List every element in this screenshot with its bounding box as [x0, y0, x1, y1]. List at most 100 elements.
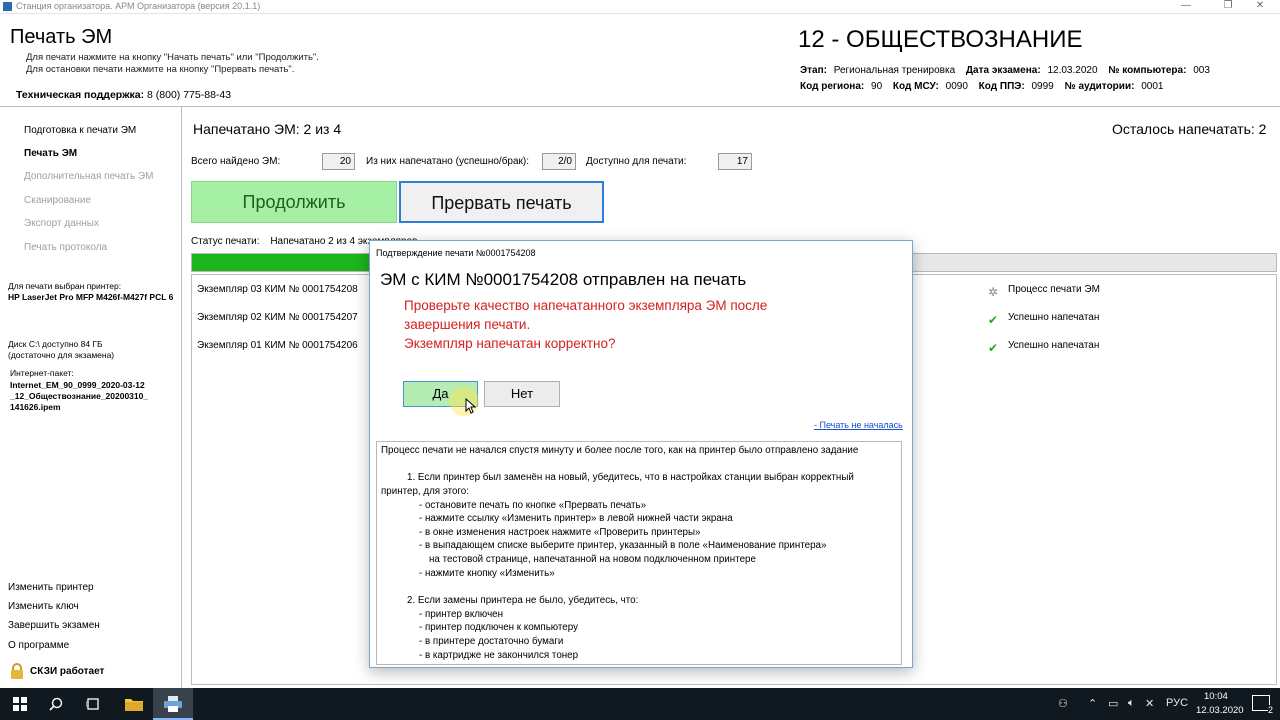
copy-status: Успешно напечатан [1008, 312, 1100, 323]
help-line: - в выпадающем списке выберите принтер, … [419, 540, 827, 551]
found-label: Всего найдено ЭМ: [191, 156, 281, 167]
printer-label: Для печати выбран принтер: [8, 281, 122, 291]
found-value: 20 [322, 153, 355, 170]
network-icon[interactable]: ▭ [1108, 697, 1118, 710]
stage-value: Региональная тренировка [833, 65, 956, 76]
windows-start-icon[interactable] [0, 688, 40, 720]
quality-check-line1: Проверьте качество напечатанного экземпл… [404, 298, 768, 313]
printed-label: Из них напечатано (успешно/брак): [366, 156, 530, 167]
disk-space: Диск C:\ доступно 84 ГБ [8, 339, 103, 349]
support-info: Техническая поддержка: 8 (800) 775-88-43 [16, 89, 231, 101]
list-item: Экземпляр 02 КИМ № 0001754207 [197, 312, 358, 323]
dialog-title: Подтверждение печати №0001754208 [376, 248, 536, 258]
region-label: Код региона: [800, 81, 865, 92]
people-icon[interactable]: ⚇ [1058, 697, 1068, 710]
mute-icon[interactable]: ✕ [1145, 697, 1154, 710]
check-icon: ✔ [987, 313, 999, 327]
printer-app-icon[interactable] [153, 688, 193, 720]
msu-label: Код МСУ: [892, 81, 939, 92]
available-label: Доступно для печати: [586, 156, 687, 167]
no-button[interactable]: Нет [484, 381, 560, 407]
remaining-count: Осталось напечатать: 2 [1112, 121, 1267, 137]
print-instruction: Для печати нажмите на кнопку "Начать печ… [26, 52, 319, 63]
abort-print-button[interactable]: Прервать печать [399, 181, 604, 223]
task-view-icon[interactable] [73, 688, 113, 720]
stage-label: Этап: [800, 65, 827, 76]
notification-count: 2 [1267, 705, 1273, 715]
status-label: Статус печати: [191, 236, 260, 247]
computer-label: № компьютера: [1108, 65, 1187, 76]
printer-name: HP LaserJet Pro MFP M426f-M427f PCL 6 [8, 292, 174, 302]
language-indicator[interactable]: РУС [1166, 697, 1188, 709]
spinner-icon: ✲ [987, 285, 999, 299]
change-key-link[interactable]: Изменить ключ [8, 601, 79, 612]
help-line: принтер, для этого: [381, 486, 469, 497]
chevron-up-icon[interactable]: ⌃ [1088, 697, 1097, 710]
skzi-status: СКЗИ работает [30, 666, 105, 677]
file-explorer-icon[interactable] [114, 688, 154, 720]
window-title-bar: Станция организатора. АРМ Организатора (… [0, 0, 1280, 14]
continue-button[interactable]: Продолжить [191, 181, 397, 223]
list-item: Экземпляр 03 КИМ № 0001754208 [197, 284, 358, 295]
quality-check-question: Экземпляр напечатан корректно? [404, 336, 616, 351]
quality-check-line2: завершения печати. [404, 317, 531, 332]
help-line: - в картридже не закончился тонер [419, 650, 579, 661]
help-line: - нажмите ссылку «Изменить принтер» в ле… [419, 513, 733, 524]
help-line: Процесс печати не начался спустя минуту … [381, 445, 859, 456]
dialog-heading: ЭМ с КИМ №0001754208 отправлен на печать [380, 270, 747, 289]
change-printer-link[interactable]: Изменить принтер [8, 582, 94, 593]
finish-exam-link[interactable]: Завершить экзамен [8, 620, 100, 631]
package-label: Интернет-пакет: [10, 368, 74, 378]
msu-value: 0090 [945, 81, 968, 92]
exam-meta-row2: Код региона: 90 Код МСУ: 0090 Код ППЭ: 0… [800, 81, 1163, 92]
help-text-box[interactable]: Процесс печати не начался спустя минуту … [376, 441, 902, 665]
ppe-label: Код ППЭ: [978, 81, 1025, 92]
disk-status: (достаточно для экзамена) [8, 350, 115, 360]
sidebar-item-print[interactable]: Печать ЭМ [24, 148, 77, 159]
region-value: 90 [871, 81, 883, 92]
help-line: - остановите печать по кнопке «Прервать … [419, 500, 647, 511]
room-label: № аудитории: [1064, 81, 1135, 92]
help-line: - принтер подключен к компьютеру [419, 622, 578, 633]
clock-date[interactable]: 12.03.2020 [1196, 705, 1244, 716]
exam-date-value: 12.03.2020 [1047, 65, 1098, 76]
help-line: на тестовой странице, напечатанной на но… [429, 554, 756, 565]
sidebar-item-protocol: Печать протокола [24, 242, 108, 253]
page-title: Печать ЭМ [10, 26, 113, 48]
package-name-line1: Internet_EM_90_0999_2020-03-12 [10, 380, 145, 390]
sidebar-item-export: Экспорт данных [24, 218, 99, 229]
check-icon: ✔ [987, 341, 999, 355]
help-line: - в принтере достаточно бумаги [419, 636, 564, 647]
support-label: Техническая поддержка: [16, 89, 145, 101]
minimize-button[interactable]: — [1166, 0, 1206, 14]
exam-meta-row1: Этап: Региональная тренировка Дата экзам… [800, 65, 1210, 76]
help-line: 1. Если принтер был заменён на новый, уб… [407, 472, 854, 483]
mouse-cursor-icon [465, 397, 477, 417]
notification-icon[interactable]: 2 [1252, 695, 1273, 715]
exam-date-label: Дата экзамена: [965, 65, 1041, 76]
about-link[interactable]: О программе [8, 640, 69, 651]
package-name-line3: 141626.ipem [10, 402, 61, 412]
header-divider [0, 106, 1280, 107]
printed-value: 2/0 [542, 153, 576, 170]
copy-status: Процесс печати ЭМ [1008, 284, 1100, 295]
available-value: 17 [718, 153, 752, 170]
list-item: Экземпляр 01 КИМ № 0001754206 [197, 340, 358, 351]
close-button[interactable]: ✕ [1240, 0, 1280, 14]
help-line: - нажмите кнопку «Изменить» [419, 568, 555, 579]
volume-icon[interactable]: 🔈︎ [1128, 697, 1135, 710]
sidebar-item-prepare[interactable]: Подготовка к печати ЭМ [24, 125, 136, 136]
package-name-line2: _12_Обществознание_20200310_ [10, 391, 149, 401]
exam-subject: 12 - ОБЩЕСТВОЗНАНИЕ [798, 26, 1083, 53]
sidebar-item-scan: Сканирование [24, 195, 92, 206]
clock-time[interactable]: 10:04 [1204, 691, 1228, 702]
sidebar-item-extra-print: Дополнительная печать ЭМ [24, 171, 154, 182]
support-phone: 8 (800) 775-88-43 [147, 89, 232, 101]
search-icon[interactable] [36, 688, 76, 720]
stop-instruction: Для остановки печати нажмите на кнопку "… [26, 64, 295, 75]
printed-count: Напечатано ЭМ: 2 из 4 [193, 121, 342, 137]
help-line: - принтер включен [419, 609, 504, 620]
app-icon [3, 2, 12, 11]
window-title: Станция организатора. АРМ Организатора (… [16, 1, 261, 11]
print-not-started-link[interactable]: - Печать не началась [814, 420, 903, 430]
